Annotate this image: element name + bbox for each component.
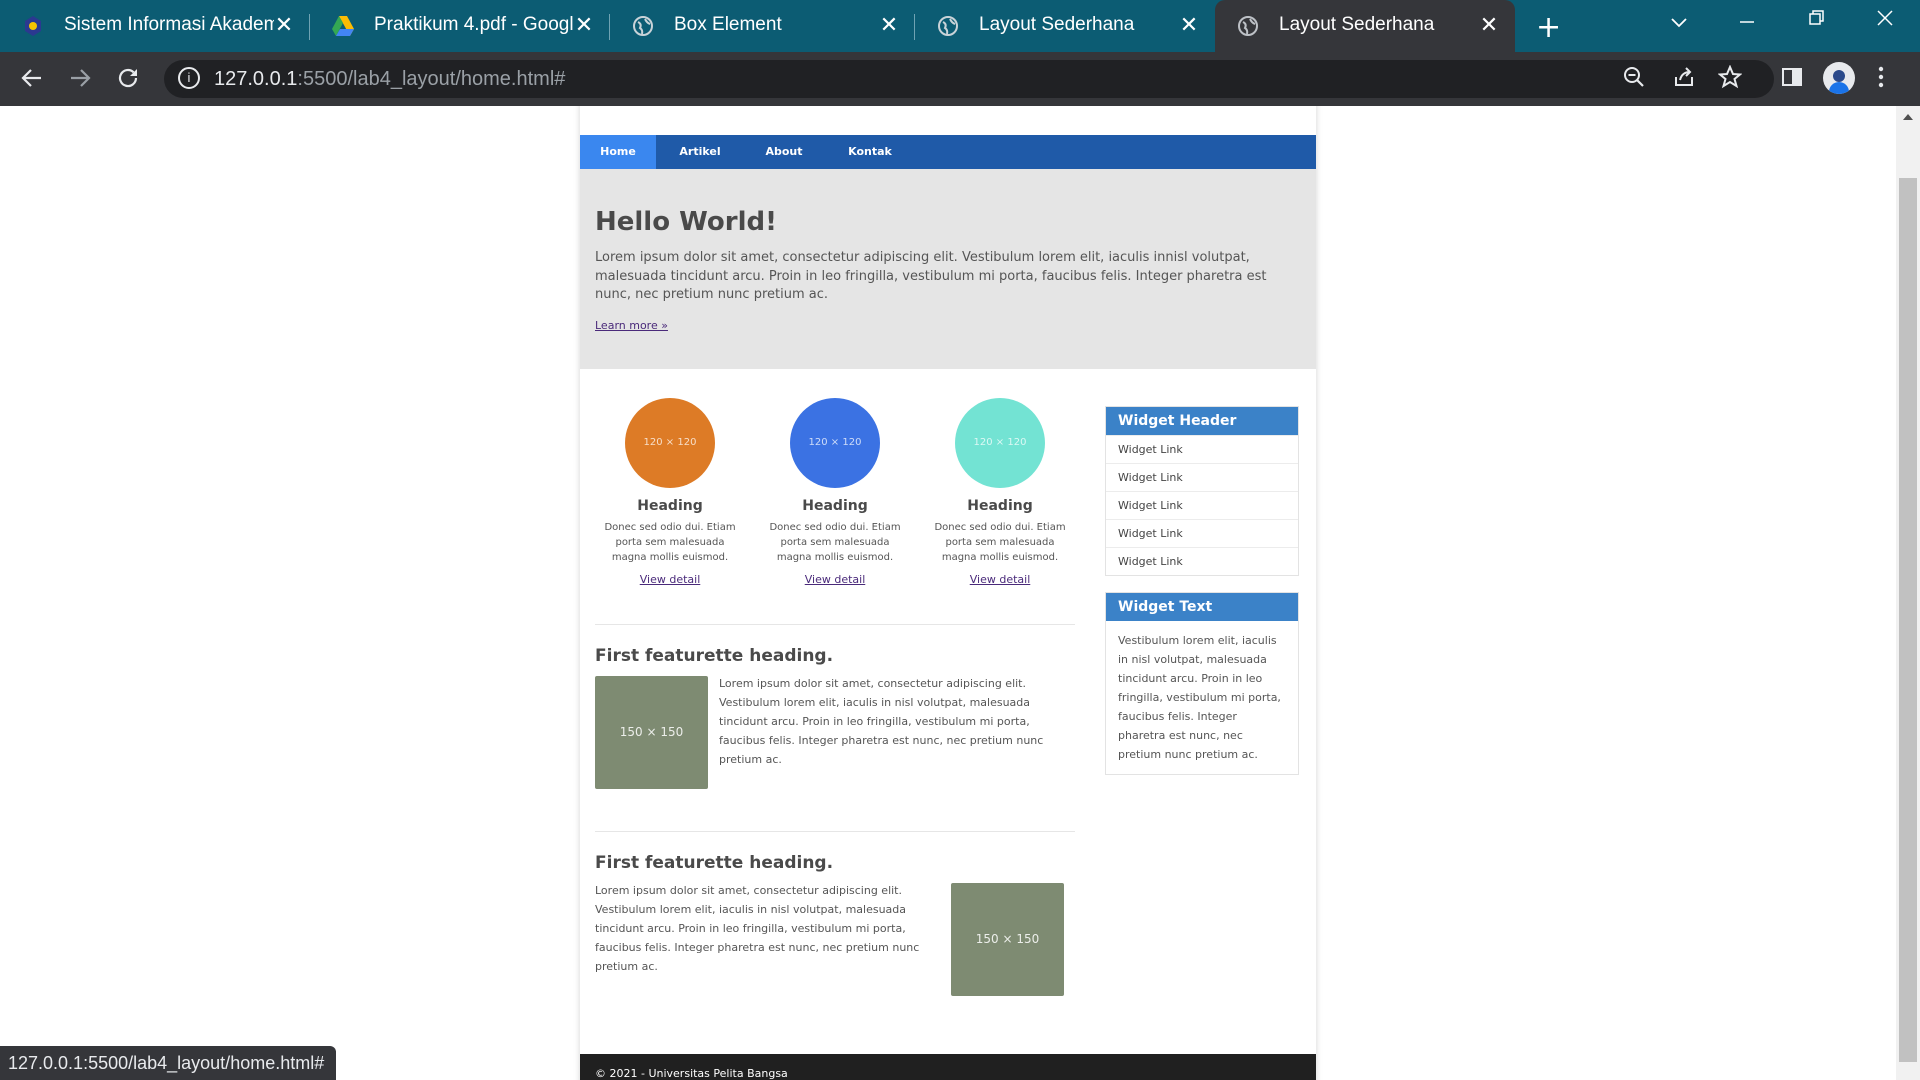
- share-icon[interactable]: [1672, 65, 1696, 95]
- widget-link[interactable]: Widget Link: [1106, 463, 1298, 491]
- widget-text-header: Widget Text: [1106, 593, 1298, 621]
- column-heading: Heading: [637, 498, 703, 514]
- tab-box-element[interactable]: Box Element ✕: [610, 0, 915, 52]
- main-nav: Home Artikel About Kontak: [580, 135, 1316, 169]
- tab-title: Layout Sederhana: [1279, 14, 1435, 35]
- profile-avatar[interactable]: [1823, 62, 1855, 94]
- page-viewport: Home Artikel About Kontak Hello World! L…: [0, 106, 1896, 1080]
- tab-praktikum-pdf[interactable]: Praktikum 4.pdf - Google Drive ✕: [310, 0, 610, 52]
- reload-icon[interactable]: [116, 66, 140, 95]
- nav-home[interactable]: Home: [580, 135, 656, 169]
- widget-link[interactable]: Widget Link: [1106, 519, 1298, 547]
- globe-icon: [1237, 15, 1259, 37]
- url-path: :5500/lab4_layout/home.html#: [297, 68, 566, 90]
- close-window-icon[interactable]: [1876, 8, 1894, 33]
- nav-artikel[interactable]: Artikel: [656, 135, 744, 169]
- new-tab-icon[interactable]: +: [1536, 10, 1561, 45]
- circle-image-blue: 120 × 120: [790, 398, 880, 488]
- menu-kebab-icon[interactable]: [1876, 65, 1886, 95]
- widget-links: Widget Header Widget Link Widget Link Wi…: [1105, 406, 1299, 576]
- widget-link[interactable]: Widget Link: [1106, 491, 1298, 519]
- tab-sistem-informasi[interactable]: Sistem Informasi Akademik ✕: [0, 0, 310, 52]
- hero-jumbotron: Hello World! Lorem ipsum dolor sit amet,…: [580, 169, 1316, 369]
- column-text: Donec sed odio dui. Etiam porta sem male…: [604, 522, 736, 563]
- tab-title: Layout Sederhana: [979, 14, 1135, 35]
- featurette-text: Lorem ipsum dolor sit amet, consectetur …: [719, 677, 1044, 766]
- column-text: Donec sed odio dui. Etiam porta sem male…: [934, 522, 1066, 563]
- vertical-scrollbar[interactable]: [1896, 106, 1920, 1080]
- bookmark-star-icon[interactable]: [1717, 64, 1743, 95]
- site-info-icon[interactable]: i: [178, 67, 200, 89]
- widget-link[interactable]: Widget Link: [1106, 547, 1298, 575]
- nav-about[interactable]: About: [744, 135, 824, 169]
- restore-icon[interactable]: [1808, 8, 1826, 33]
- close-tab-icon[interactable]: ✕: [877, 13, 901, 38]
- featurette-heading: First featurette heading.: [595, 853, 834, 873]
- tab-title: Box Element: [674, 14, 782, 35]
- close-tab-icon[interactable]: ✕: [1477, 13, 1501, 38]
- forward-icon[interactable]: [68, 66, 92, 95]
- featurette-image: 150 × 150: [951, 883, 1064, 996]
- learn-more-link[interactable]: Learn more »: [595, 319, 668, 332]
- divider: [595, 831, 1075, 832]
- url-host: 127.0.0.1: [214, 68, 298, 90]
- tab-layout-sederhana[interactable]: Layout Sederhana ✕: [915, 0, 1215, 52]
- link-status-bubble: 127.0.0.1:5500/lab4_layout/home.html#: [0, 1046, 337, 1080]
- zoom-icon[interactable]: [1622, 65, 1646, 95]
- google-drive-icon: [332, 15, 354, 37]
- tab-title: Sistem Informasi Akademik: [64, 14, 274, 35]
- close-tab-icon[interactable]: ✕: [572, 13, 596, 38]
- widget-link[interactable]: Widget Link: [1106, 435, 1298, 463]
- featurette-heading: First featurette heading.: [595, 646, 834, 666]
- minimize-icon[interactable]: [1738, 8, 1756, 33]
- hero-text: Lorem ipsum dolor sit amet, consectetur …: [595, 250, 1267, 302]
- circle-image-orange: 120 × 120: [625, 398, 715, 488]
- url-text[interactable]: 127.0.0.1:5500/lab4_layout/home.html#: [214, 68, 565, 91]
- page-container: Home Artikel About Kontak Hello World! L…: [580, 106, 1316, 1080]
- column-text: Donec sed odio dui. Etiam porta sem male…: [769, 522, 901, 563]
- scroll-up-arrow-icon[interactable]: [1903, 114, 1913, 120]
- widget-header: Widget Header: [1106, 407, 1298, 435]
- feature-column: 120 × 120 Heading Donec sed odio dui. Et…: [760, 398, 910, 587]
- column-heading: Heading: [802, 498, 868, 514]
- featurette-text: Lorem ipsum dolor sit amet, consectetur …: [595, 884, 920, 973]
- feature-column: 120 × 120 Heading Donec sed odio dui. Et…: [925, 398, 1075, 587]
- university-icon: [22, 15, 44, 37]
- view-detail-link[interactable]: View detail: [640, 573, 701, 586]
- circle-image-teal: 120 × 120: [955, 398, 1045, 488]
- scrollbar-thumb[interactable]: [1899, 178, 1917, 1062]
- tab-search-icon[interactable]: [1670, 10, 1688, 35]
- widget-text-body: Vestibulum lorem elit, iaculis in nisl v…: [1118, 634, 1281, 761]
- back-icon[interactable]: [20, 66, 44, 95]
- site-header: [580, 106, 1316, 135]
- view-detail-link[interactable]: View detail: [970, 573, 1031, 586]
- feature-column: 120 × 120 Heading Donec sed odio dui. Et…: [595, 398, 745, 587]
- address-bar[interactable]: i 127.0.0.1:5500/lab4_layout/home.html#: [164, 60, 1774, 98]
- widget-text: Widget Text Vestibulum lorem elit, iacul…: [1105, 592, 1299, 775]
- hero-title: Hello World!: [595, 207, 777, 237]
- tab-layout-sederhana-active[interactable]: Layout Sederhana ✕: [1215, 0, 1515, 52]
- view-detail-link[interactable]: View detail: [805, 573, 866, 586]
- tab-strip: Sistem Informasi Akademik ✕ Praktikum 4.…: [0, 0, 1920, 52]
- browser-toolbar: i 127.0.0.1:5500/lab4_layout/home.html#: [0, 52, 1920, 106]
- side-panel-icon[interactable]: [1780, 65, 1804, 95]
- tab-title: Praktikum 4.pdf - Google Drive: [374, 14, 574, 35]
- close-tab-icon[interactable]: ✕: [272, 13, 296, 38]
- globe-icon: [632, 15, 654, 37]
- divider: [595, 624, 1075, 625]
- close-tab-icon[interactable]: ✕: [1177, 13, 1201, 38]
- column-heading: Heading: [967, 498, 1033, 514]
- globe-icon: [937, 15, 959, 37]
- featurette-image: 150 × 150: [595, 676, 708, 789]
- site-footer: © 2021 - Universitas Pelita Bangsa: [580, 1054, 1316, 1080]
- nav-kontak[interactable]: Kontak: [824, 135, 916, 169]
